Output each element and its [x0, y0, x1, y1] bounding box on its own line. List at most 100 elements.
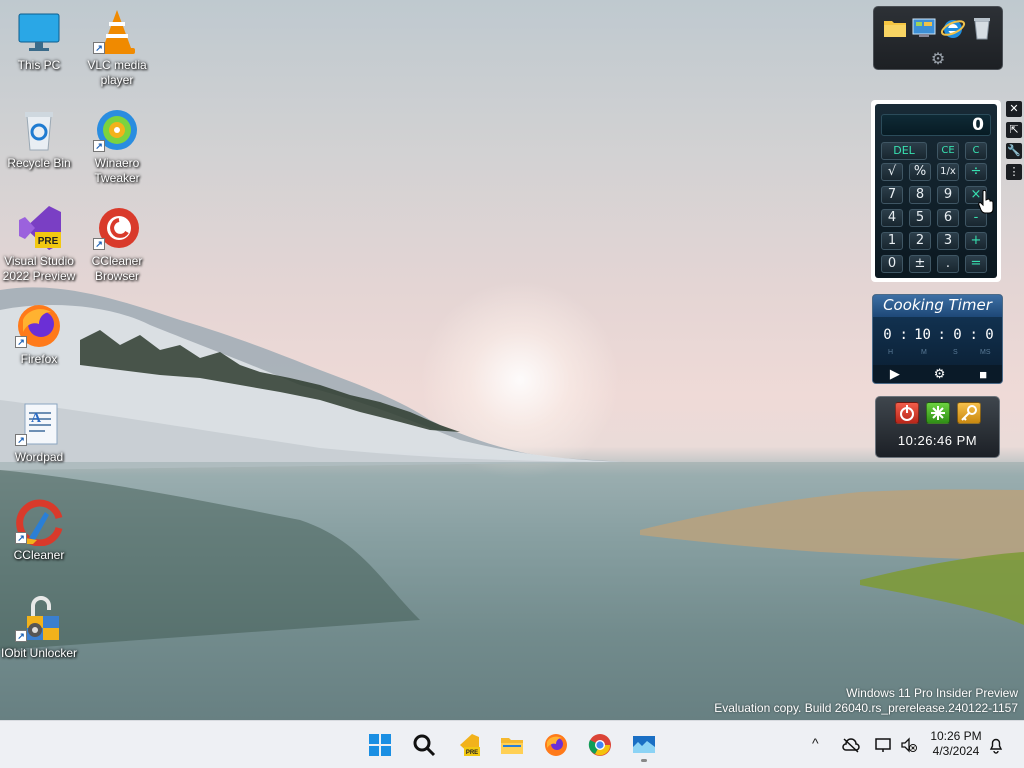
desktop: This PC ↗ VLC media player Recycle Bin ↗…: [0, 0, 1024, 720]
calc-key-7[interactable]: 7: [881, 186, 903, 204]
notification-bell-icon[interactable]: [988, 736, 1004, 754]
taskbar-visual-studio[interactable]: PRE: [452, 729, 484, 761]
calc-key-1[interactable]: 1: [881, 232, 903, 250]
calc-key-sign[interactable]: ±: [909, 255, 931, 273]
desktop-icon-wordpad[interactable]: A ↗ Wordpad: [0, 400, 78, 465]
shortcut-arrow-icon: ↗: [93, 140, 105, 152]
shortcut-arrow-icon: ↗: [93, 42, 105, 54]
monitor-icon: [15, 8, 63, 56]
search-icon: [413, 734, 436, 757]
shortcut-arrow-icon: ↗: [93, 238, 105, 250]
taskbar-clock[interactable]: 10:26 PM 4/3/2024: [930, 729, 982, 759]
cooking-timer-title: Cooking Timer: [873, 295, 1002, 317]
firefox-icon: [545, 734, 567, 756]
calculator-display: 0: [881, 114, 991, 136]
desktop-icon-label: Recycle Bin: [7, 156, 71, 170]
wordpad-icon: A ↗: [15, 400, 63, 448]
desktop-icon-vlc[interactable]: ↗ VLC media player: [78, 8, 156, 88]
start-icon: [369, 734, 391, 756]
calc-key-equals[interactable]: =: [965, 255, 987, 273]
restart-icon[interactable]: [925, 402, 950, 424]
desktop-icon-label: CCleaner: [13, 548, 65, 562]
desktop-icon-iobit-unlocker[interactable]: ↗ IObit Unlocker: [0, 596, 78, 661]
onedrive-offline-icon[interactable]: [842, 737, 860, 753]
timer-separator: :: [937, 327, 946, 343]
calc-key-c[interactable]: C: [965, 142, 987, 160]
calc-key-9[interactable]: 9: [937, 186, 959, 204]
gadget-options-icon[interactable]: 🔧: [1006, 143, 1022, 159]
desktop-icon-winaero-tweaker[interactable]: ↗ Winaero Tweaker: [78, 106, 156, 186]
timer-seconds[interactable]: 0: [946, 327, 970, 343]
control-panel-icon[interactable]: [911, 15, 937, 41]
calc-key-ce[interactable]: CE: [937, 142, 959, 160]
volume-muted-icon[interactable]: [900, 737, 918, 753]
calc-key-2[interactable]: 2: [909, 232, 931, 250]
key-icon[interactable]: [956, 402, 981, 424]
network-icon[interactable]: [874, 737, 892, 753]
ccleaner-browser-icon: ↗: [93, 204, 141, 252]
chrome-icon: [588, 734, 611, 756]
desktop-icon-label: Firefox: [20, 352, 58, 366]
calc-key-5[interactable]: 5: [909, 209, 931, 227]
calc-key-dot[interactable]: .: [937, 255, 959, 273]
calc-key-divide[interactable]: ÷: [965, 163, 987, 181]
calc-key-percent[interactable]: %: [909, 163, 931, 181]
desktop-icon-label: This PC: [17, 58, 61, 72]
calc-key-0[interactable]: 0: [881, 255, 903, 273]
windows-watermark: Windows 11 Pro Insider Preview Evaluatio…: [714, 686, 1018, 716]
folder-icon[interactable]: [882, 15, 908, 41]
desktop-icon-ccleaner-browser[interactable]: ↗ CCleaner Browser: [78, 204, 156, 284]
desktop-icon-this-pc[interactable]: This PC: [0, 8, 78, 73]
internet-explorer-icon[interactable]: [940, 15, 966, 41]
timer-separator: :: [969, 327, 978, 343]
search-button[interactable]: [408, 729, 440, 761]
taskbar-chrome[interactable]: [584, 729, 616, 761]
desktop-icon-ccleaner[interactable]: ↗ CCleaner: [0, 498, 78, 563]
calc-key-3[interactable]: 3: [937, 232, 959, 250]
vlc-icon: ↗: [93, 8, 141, 56]
play-icon[interactable]: ▶: [890, 366, 900, 382]
calc-key-plus[interactable]: +: [965, 232, 987, 250]
timer-ms[interactable]: 0: [978, 327, 1002, 343]
running-indicator: [641, 759, 647, 762]
taskbar-firefox[interactable]: [540, 729, 572, 761]
power-icon[interactable]: [894, 402, 919, 424]
taskbar-gadgets[interactable]: [628, 729, 660, 762]
gadget-clock-time: 10:26:46 PM: [897, 433, 978, 448]
iobit-unlocker-icon: ↗: [15, 596, 63, 644]
gadget-size-icon[interactable]: ⇱: [1006, 122, 1022, 138]
desktop-icon-visual-studio[interactable]: PRE Visual Studio 2022 Preview: [0, 204, 78, 284]
desktop-icon-label: IObit Unlocker: [0, 646, 78, 660]
svg-text:PRE: PRE: [38, 236, 59, 247]
taskbar-time: 10:26 PM: [930, 729, 982, 743]
calc-key-sqrt[interactable]: √: [881, 163, 903, 181]
file-explorer-icon: [501, 738, 523, 754]
stop-icon[interactable]: ■: [979, 367, 987, 382]
gadgets-icon: [633, 736, 655, 753]
gadget-drag-handle-icon[interactable]: ⋮: [1006, 164, 1022, 180]
timer-hours[interactable]: 0: [876, 327, 900, 343]
calc-key-6[interactable]: 6: [937, 209, 959, 227]
recycle-bin-icon[interactable]: [969, 15, 995, 41]
calc-key-4[interactable]: 4: [881, 209, 903, 227]
gear-icon[interactable]: ⚙: [929, 51, 947, 69]
show-hidden-icons-chevron[interactable]: ^: [812, 735, 819, 751]
calc-key-del[interactable]: DEL: [881, 142, 927, 160]
start-button[interactable]: [364, 729, 396, 761]
taskbar-file-explorer[interactable]: [496, 729, 528, 761]
desktop-icon-firefox[interactable]: ↗ Firefox: [0, 302, 78, 367]
calc-key-8[interactable]: 8: [909, 186, 931, 204]
shortcut-arrow-icon: ↗: [15, 532, 27, 544]
firefox-icon: ↗: [15, 302, 63, 350]
timer-unit-h: H: [888, 349, 894, 356]
desktop-icon-recycle-bin[interactable]: Recycle Bin: [0, 106, 78, 171]
timer-minutes[interactable]: 10: [908, 327, 938, 343]
calc-key-reciprocal[interactable]: 1/x: [937, 163, 959, 181]
taskbar-date: 4/3/2024: [932, 744, 980, 758]
gadget-close-icon[interactable]: ✕: [1006, 101, 1022, 117]
desktop-icon-label: Wordpad: [14, 450, 64, 464]
taskbar: PRE ^ 10:26 PM 4/3/2024: [0, 720, 1024, 768]
svg-text:PRE: PRE: [466, 750, 478, 756]
desktop-icon-label: Winaero Tweaker: [94, 156, 140, 185]
gear-icon[interactable]: ⚙: [934, 366, 946, 382]
